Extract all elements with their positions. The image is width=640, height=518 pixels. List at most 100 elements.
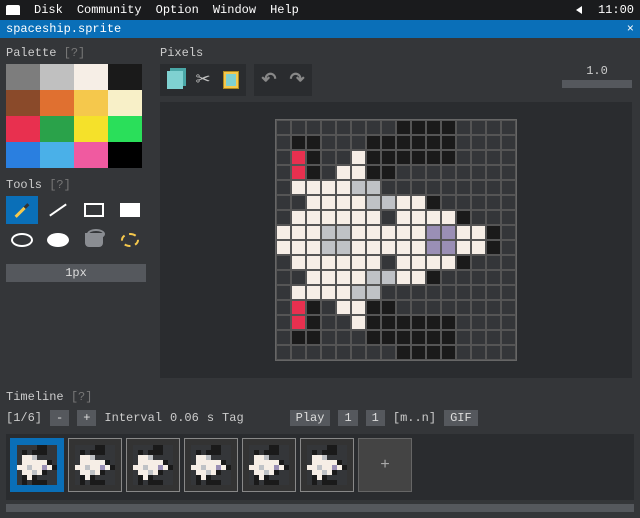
- pixel-cell[interactable]: [456, 210, 471, 225]
- pixel-cell[interactable]: [396, 240, 411, 255]
- pixel-cell[interactable]: [486, 255, 501, 270]
- tools-help-icon[interactable]: [?]: [49, 178, 71, 192]
- palette-swatch-14[interactable]: [74, 142, 108, 168]
- pixel-cell[interactable]: [456, 330, 471, 345]
- play-button[interactable]: Play: [290, 410, 331, 426]
- pixel-cell[interactable]: [471, 240, 486, 255]
- pixel-cell[interactable]: [336, 270, 351, 285]
- pixel-cell[interactable]: [471, 345, 486, 360]
- pixel-cell[interactable]: [336, 345, 351, 360]
- pixel-cell[interactable]: [366, 120, 381, 135]
- pixel-cell[interactable]: [471, 150, 486, 165]
- pixel-cell[interactable]: [381, 135, 396, 150]
- tool-pencil[interactable]: [6, 196, 38, 224]
- pixel-cell[interactable]: [291, 165, 306, 180]
- pixel-cell[interactable]: [366, 345, 381, 360]
- pixel-cell[interactable]: [276, 300, 291, 315]
- menu-window[interactable]: Window: [213, 3, 256, 17]
- pixel-cell[interactable]: [291, 210, 306, 225]
- pixel-cell[interactable]: [381, 225, 396, 240]
- pixel-cell[interactable]: [291, 345, 306, 360]
- pixel-cell[interactable]: [426, 240, 441, 255]
- pixel-cell[interactable]: [291, 225, 306, 240]
- pixel-cell[interactable]: [306, 330, 321, 345]
- pixel-cell[interactable]: [501, 135, 516, 150]
- pixel-cell[interactable]: [486, 315, 501, 330]
- pixel-cell[interactable]: [411, 165, 426, 180]
- pixel-cell[interactable]: [501, 165, 516, 180]
- pixel-cell[interactable]: [336, 300, 351, 315]
- pixel-cell[interactable]: [276, 120, 291, 135]
- pixel-cell[interactable]: [471, 300, 486, 315]
- pixel-cell[interactable]: [291, 135, 306, 150]
- pixel-cell[interactable]: [486, 150, 501, 165]
- pixel-cell[interactable]: [441, 300, 456, 315]
- pixel-cell[interactable]: [336, 195, 351, 210]
- pixel-cell[interactable]: [441, 180, 456, 195]
- pixel-cell[interactable]: [411, 150, 426, 165]
- pixel-cell[interactable]: [471, 225, 486, 240]
- pixel-cell[interactable]: [306, 240, 321, 255]
- palette-swatch-13[interactable]: [40, 142, 74, 168]
- frame-1[interactable]: [10, 438, 64, 492]
- pixel-cell[interactable]: [336, 165, 351, 180]
- pixel-cell[interactable]: [366, 150, 381, 165]
- pixel-cell[interactable]: [291, 120, 306, 135]
- pixel-cell[interactable]: [501, 345, 516, 360]
- pixel-cell[interactable]: [486, 240, 501, 255]
- pixel-cell[interactable]: [381, 165, 396, 180]
- pixel-cell[interactable]: [501, 330, 516, 345]
- frame-remove-button[interactable]: -: [50, 410, 69, 426]
- pixel-cell[interactable]: [471, 270, 486, 285]
- pixel-cell[interactable]: [486, 270, 501, 285]
- pixel-cell[interactable]: [426, 270, 441, 285]
- pixel-cell[interactable]: [456, 345, 471, 360]
- palette-swatch-5[interactable]: [40, 90, 74, 116]
- tool-ellipse-filled[interactable]: [42, 226, 74, 254]
- interval-value[interactable]: 0.06: [170, 411, 199, 425]
- pixel-cell[interactable]: [336, 330, 351, 345]
- frame-3[interactable]: [126, 438, 180, 492]
- cut-button[interactable]: ✂: [190, 66, 216, 94]
- pixel-cell[interactable]: [441, 210, 456, 225]
- pixel-cell[interactable]: [276, 210, 291, 225]
- pixel-cell[interactable]: [321, 120, 336, 135]
- tool-bucket[interactable]: [78, 226, 110, 254]
- pixel-cell[interactable]: [336, 285, 351, 300]
- pixel-cell[interactable]: [306, 120, 321, 135]
- pixel-cell[interactable]: [291, 255, 306, 270]
- palette-swatch-10[interactable]: [74, 116, 108, 142]
- pixel-cell[interactable]: [411, 330, 426, 345]
- pixel-cell[interactable]: [396, 345, 411, 360]
- tool-ellipse[interactable]: [6, 226, 38, 254]
- pixel-cell[interactable]: [411, 255, 426, 270]
- pixel-cell[interactable]: [351, 285, 366, 300]
- pixel-cell[interactable]: [381, 345, 396, 360]
- pixel-cell[interactable]: [426, 315, 441, 330]
- palette-swatch-4[interactable]: [6, 90, 40, 116]
- pixel-cell[interactable]: [381, 210, 396, 225]
- pixel-cell[interactable]: [351, 195, 366, 210]
- export-gif-button[interactable]: GIF: [444, 410, 478, 426]
- pixel-cell[interactable]: [426, 255, 441, 270]
- pixel-cell[interactable]: [456, 180, 471, 195]
- pixel-cell[interactable]: [381, 315, 396, 330]
- pixel-cell[interactable]: [426, 225, 441, 240]
- pixel-cell[interactable]: [276, 225, 291, 240]
- pixel-cell[interactable]: [351, 270, 366, 285]
- pixel-cell[interactable]: [291, 300, 306, 315]
- pixel-cell[interactable]: [411, 285, 426, 300]
- pixel-cell[interactable]: [486, 300, 501, 315]
- menu-community[interactable]: Community: [77, 3, 142, 17]
- pixel-cell[interactable]: [501, 240, 516, 255]
- pixel-cell[interactable]: [306, 285, 321, 300]
- pixel-cell[interactable]: [411, 315, 426, 330]
- pixel-cell[interactable]: [351, 240, 366, 255]
- palette-swatch-1[interactable]: [40, 64, 74, 90]
- pixel-cell[interactable]: [321, 300, 336, 315]
- pixel-cell[interactable]: [306, 180, 321, 195]
- pixel-cell[interactable]: [411, 195, 426, 210]
- pixel-cell[interactable]: [366, 330, 381, 345]
- palette-swatch-0[interactable]: [6, 64, 40, 90]
- pixel-cell[interactable]: [441, 150, 456, 165]
